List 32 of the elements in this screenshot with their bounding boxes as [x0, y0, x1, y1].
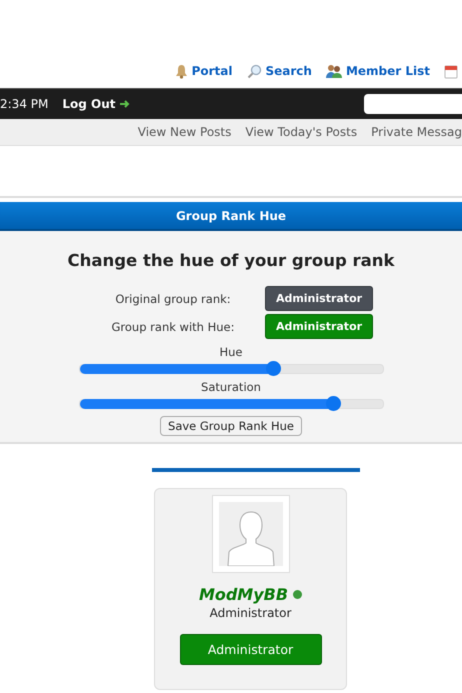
time-text: 2:34 PM — [0, 97, 48, 111]
slider-thumb[interactable] — [266, 361, 282, 376]
slider-track[interactable] — [78, 364, 384, 374]
bell-icon — [174, 64, 188, 78]
user-title: Administrator — [210, 606, 292, 620]
slider-label: Hue — [219, 345, 242, 359]
rank-label: Original group rank: — [114, 292, 232, 306]
panel-heading: Change the hue of your group rank — [67, 251, 395, 270]
arrow-icon — [120, 100, 130, 108]
calendar-icon — [444, 64, 458, 78]
logout-link[interactable]: Log Out — [62, 97, 130, 111]
rank-badge: Administrator — [265, 286, 373, 311]
top-link[interactable] — [444, 64, 458, 78]
rank-label: Group rank with Hue: — [110, 320, 236, 334]
slider-label: Saturation — [201, 380, 261, 394]
top-link[interactable]: Search — [246, 64, 312, 78]
search-field[interactable] — [364, 94, 462, 114]
people-icon — [326, 64, 342, 78]
username[interactable]: ModMyBB — [198, 585, 288, 604]
nav-link[interactable]: View New Posts — [138, 125, 232, 139]
top-link[interactable]: Portal — [174, 64, 232, 78]
search-icon — [246, 64, 262, 78]
avatar-icon — [218, 502, 282, 566]
rank-badge: Administrator — [265, 314, 373, 339]
rank-badge: Administrator — [180, 634, 322, 665]
top-link[interactable]: Member List — [326, 64, 430, 78]
save-button[interactable]: Save Group Rank Hue — [160, 416, 302, 436]
nav-link[interactable]: View Today's Posts — [245, 125, 358, 139]
slider-thumb[interactable] — [326, 396, 340, 411]
slider-track[interactable] — [78, 399, 384, 409]
panel-header: Group Rank Hue — [0, 202, 462, 231]
nav-link[interactable]: Private Messag — [371, 125, 462, 139]
